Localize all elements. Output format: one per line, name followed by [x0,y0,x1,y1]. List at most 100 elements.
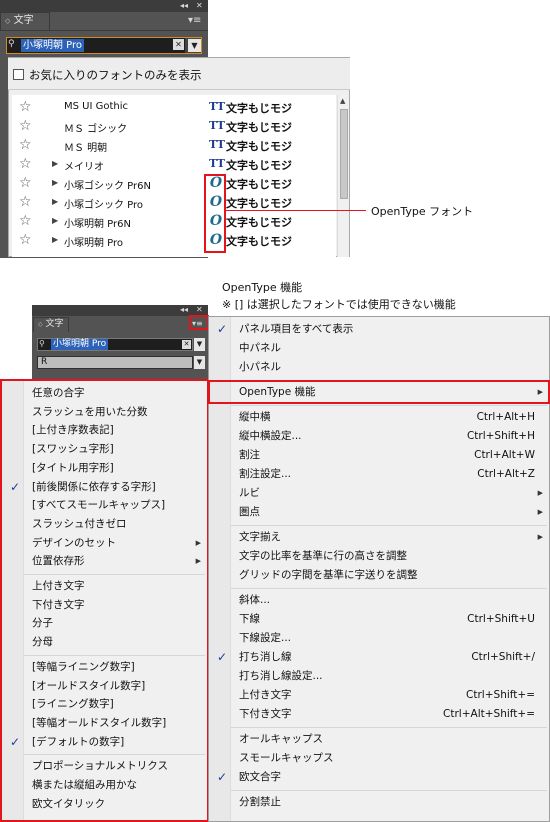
tab-character[interactable]: ◇ 文字 [0,12,50,30]
font-name: 小塚明朝 Pr6N [64,219,131,230]
favorites-checkbox[interactable] [13,69,24,80]
menu-item-label: 文字揃え [239,531,281,543]
font-family-field-2[interactable]: ⚲ 小塚明朝 Pro ✕ [37,338,193,351]
font-list-row[interactable]: ☆ ＭＳ ゴシック TT 文字もじモジ [12,117,336,136]
close-icon[interactable]: ✕ [196,1,203,10]
favorite-star-icon[interactable]: ☆ [19,232,32,248]
menu-item-label: 分割禁止 [239,796,281,808]
menu-item[interactable]: ✓ パネル項目をすべて表示 [209,320,549,339]
menu-item-label: スモールキャップス [239,752,334,764]
font-name: メイリオ [64,162,104,173]
favorite-star-icon[interactable]: ☆ [19,118,32,134]
truetype-font-icon: TT [209,119,225,132]
submenu-arrow-icon: ▶ [537,508,543,516]
menu-item-shortcut: Ctrl+Shift+U [467,613,535,625]
font-list-row[interactable]: ☆ ▶ 小塚ゴシック Pr6N O 文字もじモジ [12,174,336,193]
opentype-item-highlight [208,380,550,404]
expand-arrow-icon[interactable]: ▶ [52,216,58,225]
drag-grip-icon-2: ◇ [38,321,43,328]
expand-arrow-icon[interactable]: ▶ [52,235,58,244]
collapse-icon-2[interactable]: ◂◂ [180,305,188,314]
menu-item-shortcut: Ctrl+Alt+W [474,449,535,461]
scroll-up-icon[interactable]: ▲ [340,97,345,105]
menu-item[interactable]: 中パネル [209,339,549,358]
font-name: MS UI Gothic [64,101,129,112]
truetype-font-icon: TT [209,157,225,170]
menu-item-label: 斜体... [239,594,271,606]
font-sample: 文字もじモジ [226,159,292,172]
font-list-row[interactable]: ☆ ▶ 小塚明朝 Pro O 文字もじモジ [12,231,336,250]
menu-item[interactable]: スモールキャップス [209,749,549,768]
menu-item[interactable]: 文字の比率を基準に行の高さを調整 [209,547,549,566]
menu-item[interactable]: 下付き文字 Ctrl+Alt+Shift+= [209,705,549,724]
menu-item-shortcut: Ctrl+Shift+= [466,689,535,701]
menu-item-label: オールキャップス [239,733,323,745]
favorite-star-icon[interactable]: ☆ [19,99,32,115]
menu-item[interactable]: オールキャップス [209,730,549,749]
collapse-icon[interactable]: ◂◂ [180,1,188,10]
favorite-star-icon[interactable]: ☆ [19,156,32,172]
menu-item[interactable]: グリッドの字間を基準に字送りを調整 [209,566,549,585]
tab-character-2[interactable]: ◇ 文字 [33,317,69,332]
font-family-dropdown-button-2[interactable]: ▼ [194,338,205,351]
menu-separator [231,405,547,406]
menu-item[interactable]: ルビ ▶ [209,484,549,503]
font-list-row[interactable]: ☆ ▶ 小塚明朝 Pr6N O 文字もじモジ [12,212,336,231]
menu-item[interactable]: 分割禁止 [209,793,549,812]
font-style-field[interactable]: R [37,356,193,369]
unavailable-feature-note: ※ [] は選択したフォントでは使用できない機能 [222,298,456,311]
font-family-dropdown-button[interactable]: ▼ [188,39,201,52]
menu-separator [231,525,547,526]
menu-item[interactable]: ✓ 打ち消し線 Ctrl+Shift+/ [209,648,549,667]
menu-item[interactable]: 下線 Ctrl+Shift+U [209,610,549,629]
font-name: 小塚ゴシック Pro [64,200,144,211]
favorite-star-icon[interactable]: ☆ [19,194,32,210]
font-list: ☆ MS UI Gothic TT 文字もじモジ ☆ ＭＳ ゴシック TT 文字もじモジ ☆ ＭＳ… [12,95,336,257]
menu-item[interactable]: 縦中横設定... Ctrl+Shift+H [209,427,549,446]
checkmark-icon: ✓ [217,650,228,664]
panel-top-bar: ◂◂ ✕ [0,0,208,12]
favorite-star-icon[interactable]: ☆ [19,213,32,229]
menu-item[interactable]: 打ち消し線設定... [209,667,549,686]
menu-item[interactable]: 文字揃え ▶ [209,528,549,547]
menu-item-label: 割注 [239,449,260,461]
menu-item-label: 打ち消し線設定... [239,670,323,682]
favorite-star-icon[interactable]: ☆ [19,137,32,153]
font-list-row[interactable]: ☆ MS UI Gothic TT 文字もじモジ [12,98,336,117]
panel-left-strip [0,57,8,257]
font-name: ＭＳ 明朝 [64,143,108,154]
clear-field-icon[interactable]: ✕ [173,39,184,50]
menu-item[interactable]: 上付き文字 Ctrl+Shift+= [209,686,549,705]
scrollbar-thumb[interactable] [340,109,348,199]
menu-item[interactable]: 縦中横 Ctrl+Alt+H [209,408,549,427]
font-sample: 文字もじモジ [226,197,292,210]
menu-item[interactable]: 割注 Ctrl+Alt+W [209,446,549,465]
menu-item[interactable]: 小パネル [209,358,549,377]
menu-item[interactable]: 割注設定... Ctrl+Alt+Z [209,465,549,484]
panel-menu-highlight [189,315,209,330]
font-list-scrollbar[interactable]: ▲ [337,95,349,257]
menu-item-shortcut: Ctrl+Alt+H [476,411,535,423]
menu-item[interactable]: 斜体... [209,591,549,610]
menu-item[interactable]: ✓ 欧文合字 [209,768,549,787]
menu-item-label: 下線設定... [239,632,292,644]
menu-item-label: 中パネル [239,342,281,354]
expand-arrow-icon[interactable]: ▶ [52,197,58,206]
font-sample: 文字もじモジ [226,121,292,134]
font-sample: 文字もじモジ [226,178,292,191]
font-list-row[interactable]: ☆ ＭＳ 明朝 TT 文字もじモジ [12,136,336,155]
font-list-row[interactable]: ☆ ▶ メイリオ TT 文字もじモジ [12,155,336,174]
menu-item[interactable]: 圏点 ▶ [209,503,549,522]
menu-item-label: 縦中横設定... [239,430,302,442]
favorite-star-icon[interactable]: ☆ [19,175,32,191]
font-style-dropdown-button[interactable]: ▼ [194,356,205,369]
expand-arrow-icon[interactable]: ▶ [52,159,58,168]
font-family-value: 小塚明朝 Pro [21,39,85,52]
font-family-field[interactable]: ⚲ 小塚明朝 Pro ✕ [7,38,185,53]
menu-item-shortcut: Ctrl+Alt+Z [477,468,535,480]
menu-item[interactable]: 下線設定... [209,629,549,648]
expand-arrow-icon[interactable]: ▶ [52,178,58,187]
close-icon-2[interactable]: ✕ [196,305,203,314]
clear-field-icon-2[interactable]: ✕ [182,340,191,349]
panel-menu-icon[interactable]: ▾≡ [188,15,201,26]
